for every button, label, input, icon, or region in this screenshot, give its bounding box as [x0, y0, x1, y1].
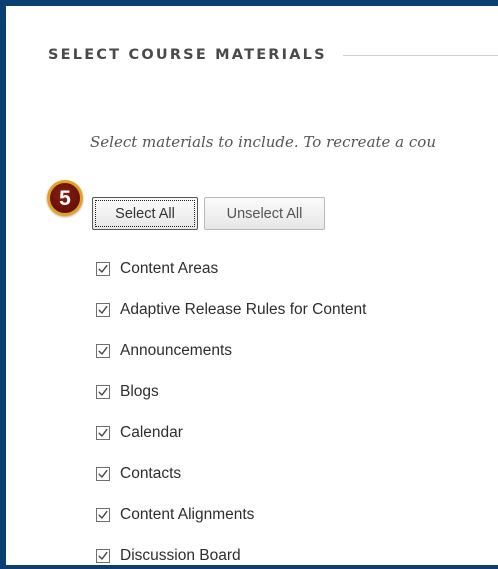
checkmark-icon — [98, 469, 108, 478]
material-checkbox[interactable] — [96, 425, 110, 440]
checkmark-icon — [98, 305, 108, 314]
material-item[interactable]: Blogs — [96, 371, 366, 412]
section-divider — [342, 54, 498, 56]
material-item[interactable]: Discussion Board — [96, 535, 366, 565]
material-checkbox[interactable] — [96, 548, 110, 563]
material-checkbox[interactable] — [96, 343, 110, 358]
select-all-button[interactable]: Select All — [92, 197, 198, 230]
step-number-badge: 5 — [47, 180, 83, 216]
material-item[interactable]: Content Areas — [96, 248, 366, 289]
checkmark-icon — [98, 387, 108, 396]
material-item[interactable]: Announcements — [96, 330, 366, 371]
material-checkbox[interactable] — [96, 507, 110, 522]
material-checkbox[interactable] — [96, 302, 110, 317]
material-item[interactable]: Content Alignments — [96, 494, 366, 535]
material-label: Content Areas — [120, 259, 219, 277]
section-title: SELECT COURSE MATERIALS — [48, 47, 327, 63]
material-label: Adaptive Release Rules for Content — [120, 300, 367, 318]
checkmark-icon — [98, 551, 108, 560]
material-checkbox[interactable] — [96, 384, 110, 399]
material-label: Calendar — [120, 423, 183, 441]
material-item[interactable]: Calendar — [96, 412, 366, 453]
material-label: Discussion Board — [120, 546, 241, 564]
checkmark-icon — [98, 428, 108, 437]
checkmark-icon — [98, 346, 108, 355]
material-item[interactable]: Adaptive Release Rules for Content — [96, 289, 366, 330]
section-header: SELECT COURSE MATERIALS — [48, 42, 498, 68]
material-checkbox[interactable] — [96, 261, 110, 276]
checkmark-icon — [98, 510, 108, 519]
material-label: Blogs — [120, 382, 159, 400]
unselect-all-button[interactable]: Unselect All — [204, 197, 325, 230]
window-frame: SELECT COURSE MATERIALS Select materials… — [0, 0, 498, 569]
material-label: Content Alignments — [120, 505, 255, 523]
material-item[interactable]: Contacts — [96, 453, 366, 494]
course-materials-list: Content Areas Adaptive Release Rules for… — [96, 248, 366, 565]
checkmark-icon — [98, 264, 108, 273]
instructions-text: Select materials to include. To recreate… — [90, 133, 436, 151]
material-label: Announcements — [120, 341, 233, 359]
material-checkbox[interactable] — [96, 466, 110, 481]
material-label: Contacts — [120, 464, 182, 482]
step-number: 5 — [59, 186, 71, 210]
